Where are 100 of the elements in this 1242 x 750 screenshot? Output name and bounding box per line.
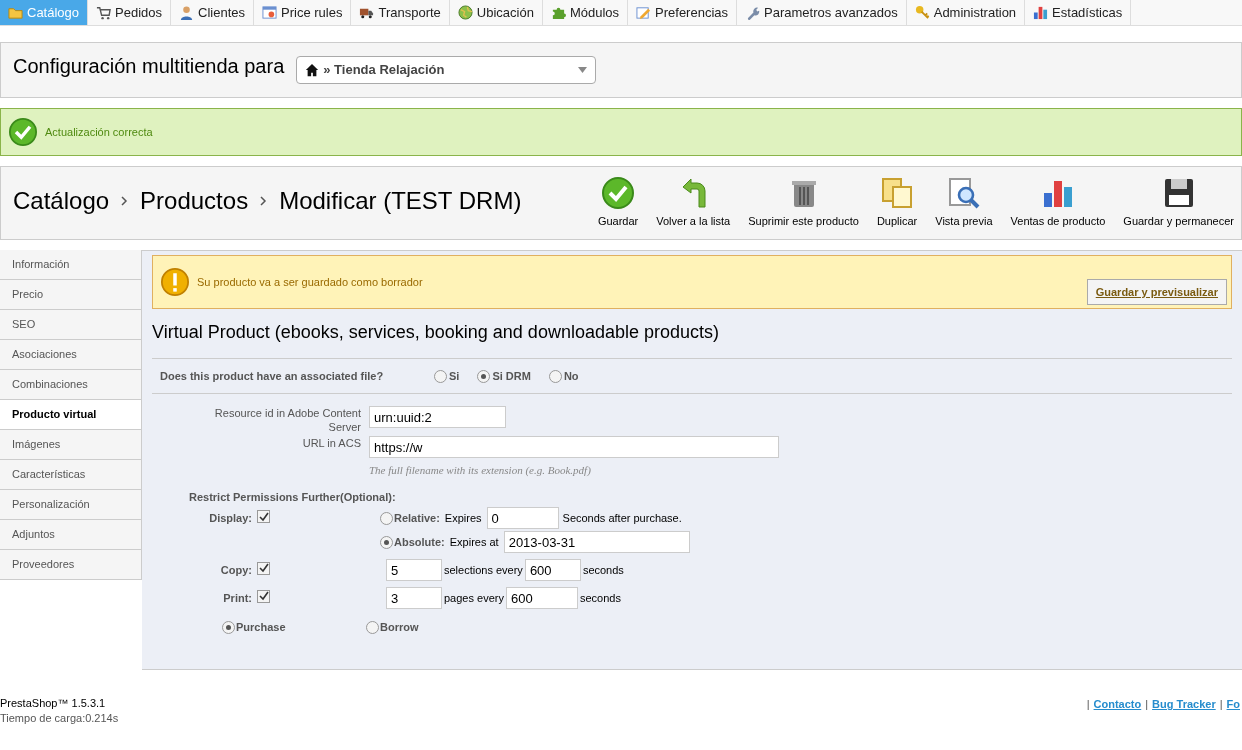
sidebar-tab[interactable]: Características [0,460,141,490]
field-text: Seconds after purchase. [562,510,682,526]
radio-button[interactable] [477,369,491,383]
warning-icon [161,268,189,296]
shop-select[interactable]: » Tienda Relajación [296,56,597,84]
sidebar-tab[interactable]: Información [0,250,141,280]
toolbar-button[interactable]: Vista previa [932,176,996,230]
radio-label: Borrow [380,620,419,635]
magnifier-page-icon [947,176,980,209]
text-input[interactable]: https://w [369,436,779,458]
success-text: Actualización correcta [45,124,153,140]
radio-button[interactable] [366,620,379,634]
radio-button[interactable] [380,511,393,525]
pencil-icon [636,5,652,20]
sidebar-tab[interactable]: Adjuntos [0,520,141,550]
globe-icon [457,5,473,20]
caret-icon [578,67,588,73]
toolbar-button[interactable]: Volver a la lista [653,176,734,230]
nav-tab[interactable]: Preferencias [628,0,738,25]
text-input[interactable]: 5 [386,559,442,581]
load-time-text: Tiempo de carga:0.214s [0,711,119,726]
text-input[interactable]: urn:uuid:2 [369,406,506,428]
toolbar-button[interactable]: Guardar y permanecer [1120,176,1237,230]
footer-link[interactable]: Contacto [1093,696,1142,713]
permissions-title: Restrict Permissions Further(Optional): [188,489,397,505]
toolbar-button[interactable]: Guardar [594,176,642,230]
person-icon [179,5,195,20]
nav-tab[interactable]: Ubicación [449,0,543,25]
sidebar-tab[interactable]: Personalización [0,490,141,520]
toolbar-button[interactable]: Duplicar [873,176,921,230]
field-text: Expires at [449,534,499,550]
breadcrumb-item: Modificar (TEST DRM) [279,186,522,216]
sidebar-tab[interactable]: Asociaciones [0,340,141,370]
toolbar-button[interactable]: Suprimir este producto [745,176,862,230]
separator-text: | [1086,697,1090,712]
save-preview-button[interactable]: Guardar y previsualizar [1086,279,1227,305]
chevron-icon [260,196,268,206]
permission-label: Copy: [220,562,252,578]
footer-link[interactable]: Bug Tracker [1152,696,1216,713]
permission-label: Relative: [394,510,440,526]
sidebar-tab[interactable]: Precio [0,280,141,310]
text-input[interactable]: 2013-03-31 [503,531,690,553]
toolbar-button[interactable]: Ventas de producto [1007,176,1109,230]
question-label: Does this product have an associated file? [160,368,385,384]
bar-chart-icon [1033,5,1049,20]
field-label: Resource id in Adobe Content Server [213,406,362,434]
field-text: seconds [579,590,621,606]
nav-tab[interactable]: Estadísticas [1025,0,1132,25]
nav-tab[interactable]: Price rules [254,0,352,25]
breadcrumb-item[interactable]: Productos [140,183,249,219]
nav-tab[interactable]: Clientes [171,0,254,25]
checkbox[interactable] [257,561,270,575]
checkbox[interactable] [257,510,270,523]
separator-text: | [1145,697,1149,712]
radio-button[interactable] [380,535,393,549]
check-icon [602,176,635,209]
sidebar-tab[interactable]: Combinaciones [0,370,141,400]
field-text: pages every [444,590,504,606]
multistore-label: Configuración multitienda para [13,54,285,79]
field-hint: The full filename with its extension (e.g. Book.pdf) [369,463,592,478]
text-input[interactable]: 0 [486,507,559,529]
radio-button[interactable] [434,369,447,383]
text-input[interactable]: 3 [386,587,442,609]
permission-label: Print: [223,590,252,606]
radio-label: Purchase [236,620,286,635]
radio-label: Si [449,368,460,384]
nav-tab[interactable]: Módulos [542,0,629,25]
text-input[interactable]: 600 [524,559,581,581]
wrench-icon [745,5,761,20]
home-icon [305,63,320,77]
puzzle-icon [550,5,566,20]
radio-button[interactable] [548,369,562,383]
footer-link[interactable]: Fo [1226,696,1240,713]
chevron-icon [121,196,129,206]
warning-text: Su producto va a ser guardado como borrador [197,274,423,290]
nav-tab[interactable]: Parametros avanzados [737,0,907,25]
separator-text: | [1219,697,1223,712]
folder-icon [8,5,23,20]
sidebar-tab[interactable]: Proveedores [0,550,141,580]
field-label: URL in ACS [301,436,362,450]
permission-label: Display: [209,511,252,526]
checkbox[interactable] [257,589,270,603]
text-input[interactable]: 600 [505,587,578,609]
radio-button[interactable] [222,620,235,634]
cart-icon [96,5,112,20]
breadcrumb-item[interactable]: Catálogo [13,183,110,219]
radio-label: Si DRM [492,368,531,384]
price-tag-icon [262,5,277,20]
version-text: PrestaShop™ 1.5.3.1 [0,696,107,711]
nav-tab[interactable]: Pedidos [88,0,172,25]
section-title: Virtual Product (ebooks, services, booking and downloadable products) [152,321,720,344]
key-icon [914,5,930,20]
nav-tab[interactable]: Administration [906,0,1026,25]
radio-label: No [563,368,579,384]
field-text: Expires [444,510,482,526]
nav-tab[interactable]: Transporte [351,0,450,25]
check-icon [9,118,37,146]
copy-icon [881,176,914,209]
sidebar-tab[interactable]: Imágenes [0,430,141,460]
sidebar-tab[interactable]: SEO [0,310,141,340]
